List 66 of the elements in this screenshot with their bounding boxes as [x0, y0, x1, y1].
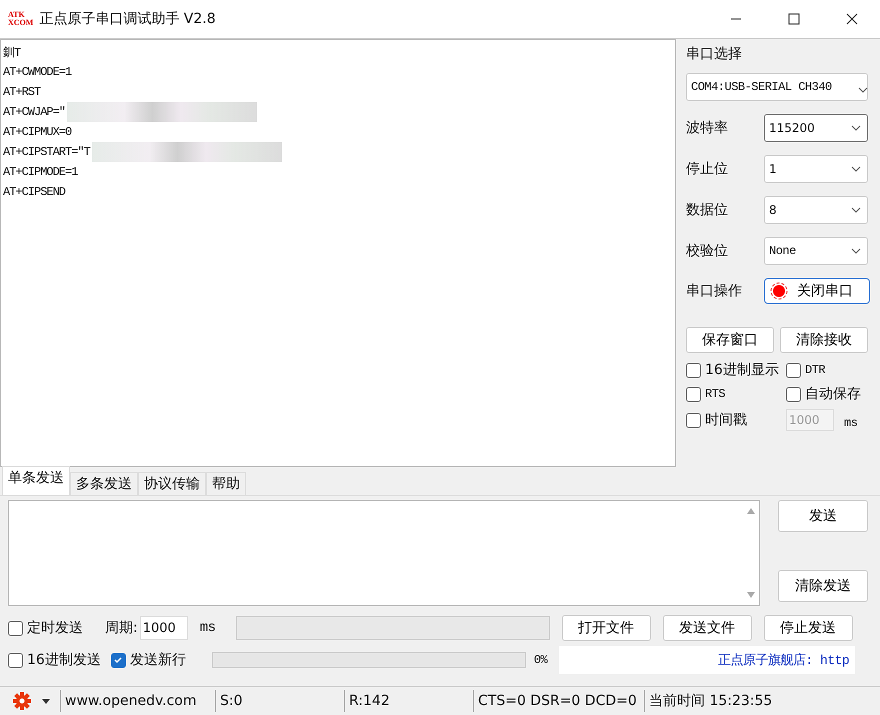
settings-dropdown[interactable]: 1 [764, 155, 868, 183]
option-checkbox[interactable]: 16进制显示 [686, 361, 786, 379]
option-checkbox[interactable]: 自动保存 [786, 385, 872, 403]
unit-label: ms [200, 620, 216, 636]
field-label: 停止位 [686, 160, 729, 178]
caret-icon [858, 87, 868, 93]
received-line: AT+RST [3, 85, 40, 99]
website-link[interactable]: www.openedv.com [60, 690, 215, 712]
tab[interactable]: 帮助 [206, 472, 246, 495]
panel-button[interactable]: 清除接收 [780, 327, 868, 353]
field-label: 波特率 [686, 119, 729, 137]
caret-icon [851, 125, 861, 131]
option-checkbox[interactable]: RTS [686, 385, 786, 403]
send-button[interactable]: 发送 [778, 500, 868, 532]
close-port-button[interactable]: 关闭串口 [764, 278, 870, 304]
option-checkbox[interactable]: DTR [786, 361, 872, 379]
field-label: 串口操作 [686, 282, 743, 300]
signal-status: CTS=0 DSR=0 DCD=0 [473, 690, 644, 712]
caret-icon[interactable] [42, 698, 50, 704]
caret-icon [851, 248, 861, 254]
field-label: 数据位 [686, 201, 729, 219]
file-button[interactable]: 停止发送 [764, 615, 853, 641]
port-label: 串口选择 [686, 45, 743, 63]
received-line: AT+CWJAP=" [3, 105, 66, 119]
received-count: R:142 [344, 690, 473, 712]
received-line: AT+CIPSTART="T [3, 145, 90, 159]
close-icon[interactable] [846, 13, 858, 25]
panel-button[interactable]: 保存窗口 [686, 327, 774, 353]
scroll-down-icon[interactable] [746, 591, 756, 599]
settings-dropdown[interactable]: 115200 [764, 114, 868, 142]
hex-send-checkbox[interactable]: 16进制发送 [8, 651, 101, 669]
caret-icon [851, 166, 861, 172]
file-button[interactable]: 发送文件 [662, 615, 752, 641]
period-field[interactable]: 1000 [140, 616, 188, 640]
maximize-icon[interactable] [788, 13, 800, 25]
receive-area[interactable]: 釧T AT+CWMODE=1 AT+RST AT+CWJAP=" AT+CIPMUX=0 AT+CIPSTART="T AT+CIPMODE=1 AT+CIPSEND [0, 39, 676, 467]
sent-count: S:0 [215, 690, 344, 712]
file-button[interactable]: 打开文件 [562, 615, 651, 641]
window-title: 正点原子串口调试助手 V2.8 [39, 10, 217, 28]
app-logo: ATK XCOM [8, 11, 34, 27]
received-line: 釧T [3, 44, 20, 60]
progress-reading: 0% [534, 653, 548, 667]
field-label: 校验位 [686, 242, 729, 260]
received-line: AT+CIPSEND [3, 185, 66, 199]
newline-checkbox[interactable]: 发送新行 [110, 651, 186, 669]
current-time: 当前时间 15:23:55 [644, 690, 880, 712]
timed-send-checkbox[interactable]: 定时发送 [8, 619, 83, 637]
settings-dropdown[interactable]: 8 [764, 196, 868, 224]
send-button[interactable]: 清除发送 [778, 570, 868, 602]
gear-icon[interactable] [12, 691, 32, 711]
tab[interactable]: 多条发送 [70, 472, 138, 495]
tab[interactable]: 单条发送 [2, 466, 70, 495]
unit-label: ms [844, 416, 858, 430]
checkmark-icon [113, 655, 124, 665]
received-line: AT+CIPMUX=0 [3, 125, 72, 139]
period-label: 周期: [105, 619, 138, 637]
received-line: AT+CWMODE=1 [3, 65, 72, 79]
file-path-field[interactable] [236, 616, 550, 640]
option-checkbox[interactable]: 时间戳 [686, 409, 786, 431]
settings-dropdown[interactable]: None [764, 237, 868, 265]
caret-icon [851, 207, 861, 213]
tab[interactable]: 协议传输 [138, 472, 206, 495]
scroll-up-icon[interactable] [746, 507, 756, 515]
received-line: AT+CIPMODE=1 [3, 165, 78, 179]
send-input[interactable] [8, 500, 760, 606]
port-dropdown[interactable]: COM4:USB-SERIAL CH340 [686, 73, 868, 101]
